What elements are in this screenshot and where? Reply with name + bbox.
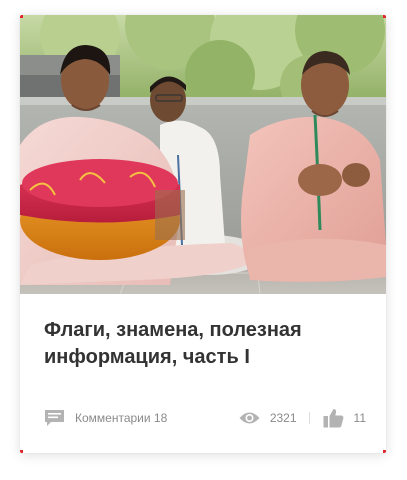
accent-corner — [20, 15, 23, 18]
like-button[interactable]: 11 — [323, 408, 366, 428]
views-count: 2321 — [269, 411, 297, 425]
comments-count: Комментарии 18 — [75, 411, 168, 425]
article-card[interactable]: Флаги, знамена, полезная информация, час… — [20, 15, 386, 453]
photo-illustration — [20, 15, 386, 294]
accent-corner — [20, 450, 23, 453]
eye-icon — [239, 412, 260, 424]
accent-corner — [383, 450, 386, 453]
likes-count: 11 — [353, 411, 366, 425]
accent-corner — [383, 15, 386, 18]
comment-icon — [45, 410, 64, 426]
footer-divider — [308, 412, 310, 424]
article-title[interactable]: Флаги, знамена, полезная информация, час… — [44, 317, 364, 371]
comments-link[interactable]: Комментарии 18 — [44, 409, 167, 427]
views-counter: 2321 — [239, 411, 297, 425]
article-photo[interactable] — [20, 15, 386, 294]
card-footer: Комментарии 18 2321 11 — [44, 407, 366, 429]
thumbs-up-icon — [323, 409, 343, 428]
